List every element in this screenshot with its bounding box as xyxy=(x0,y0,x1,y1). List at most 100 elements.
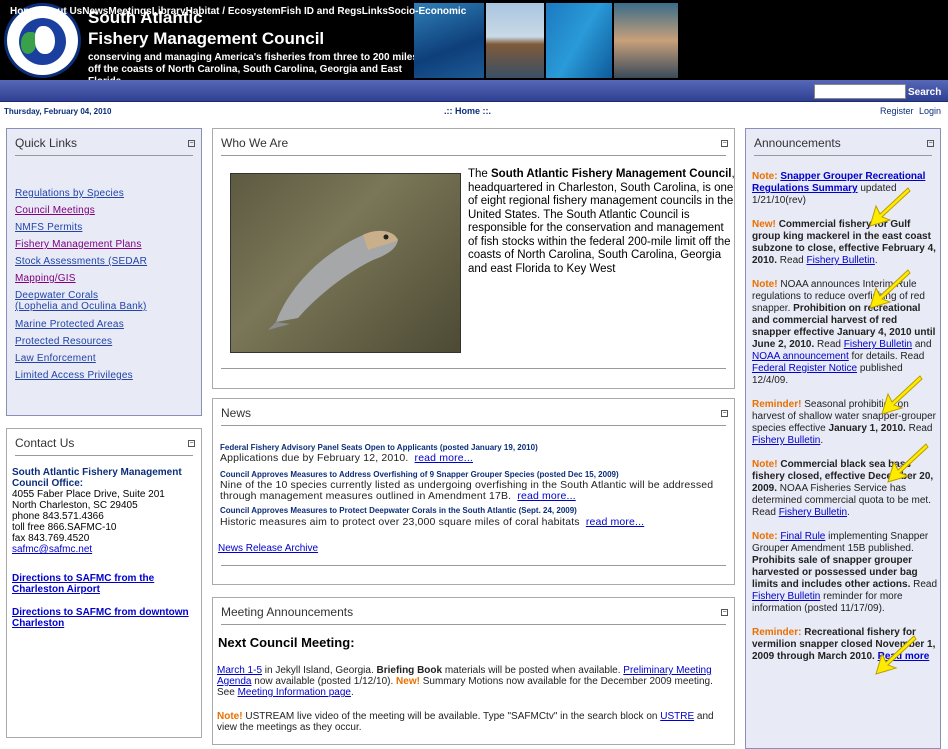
meeting-text: in Jekyll Island, Georgia. xyxy=(262,665,377,676)
federal-register-link[interactable]: Federal Register Notice xyxy=(752,363,857,374)
next-meeting-text: Next Council Meeting xyxy=(218,635,351,650)
header-photo-anglers xyxy=(614,3,678,78)
meeting-title: Meeting Announcements xyxy=(221,605,354,619)
fishery-bulletin-link[interactable]: Fishery Bulletin xyxy=(807,255,875,266)
link-nmfs-permits[interactable]: NMFS Permits xyxy=(15,219,147,236)
breadcrumb-home[interactable]: .:: Home ::. xyxy=(444,106,491,116)
note-badge: Note! xyxy=(217,711,243,722)
who-text-bold: South Atlantic Fishery Management Counci… xyxy=(491,168,732,180)
fishery-bulletin-link[interactable]: Fishery Bulletin xyxy=(752,591,820,602)
tilefish-image xyxy=(268,230,398,330)
meeting-details: March 1-5 in Jekyll Island, Georgia. Bri… xyxy=(217,665,713,698)
fishery-bulletin-link[interactable]: Fishery Bulletin xyxy=(844,339,912,350)
news-headline[interactable]: Council Approves Measures to Address Ove… xyxy=(220,470,619,479)
nav-library[interactable]: Library xyxy=(152,6,186,17)
fishery-bulletin-link[interactable]: Fishery Bulletin xyxy=(752,435,820,446)
news-archive-link[interactable]: News Release Archive xyxy=(218,543,318,554)
next-meeting-heading: Next Council Meeting: xyxy=(218,635,355,650)
read-more-link[interactable]: read more... xyxy=(586,516,644,528)
final-rule-link[interactable]: Final Rule xyxy=(780,531,825,542)
link-law-enforcement[interactable]: Law Enforcement xyxy=(15,350,147,367)
link-deepwater-corals[interactable]: Deepwater Corals xyxy=(15,290,147,301)
news-title: News xyxy=(221,406,252,420)
meeting-date-link[interactable]: March 1-5 xyxy=(217,665,262,676)
arrow-icon xyxy=(881,375,923,415)
contact-title: Contact Us xyxy=(15,436,75,450)
phone: phone 843.571.4366 xyxy=(12,511,104,522)
login-link[interactable]: Login xyxy=(919,106,941,116)
minimize-icon[interactable]: − xyxy=(721,609,728,616)
nav-news[interactable]: News xyxy=(82,6,108,17)
minimize-icon[interactable]: − xyxy=(721,410,728,417)
nav-home[interactable]: Home xyxy=(10,6,38,17)
ustream-text: USTREAM live video of the meeting will b… xyxy=(242,711,661,722)
office-heading: South Atlantic Fishery Management Counci… xyxy=(12,467,182,489)
divider xyxy=(221,624,726,625)
search-button[interactable]: Search xyxy=(908,87,941,98)
contact-panel: Contact Us − South Atlantic Fishery Mana… xyxy=(6,428,202,738)
link-regulations-by-species[interactable]: Regulations by Species xyxy=(15,185,147,202)
link-marine-protected-areas[interactable]: Marine Protected Areas xyxy=(15,316,147,333)
nav-meetings[interactable]: Meetings xyxy=(108,6,151,17)
site-title-line2: Fishery Management Council xyxy=(88,29,325,48)
nav-about-us[interactable]: About Us xyxy=(38,6,82,17)
news-body-text: Historic measures aim to protect over 23… xyxy=(220,516,580,528)
arrow-icon xyxy=(869,187,911,227)
nav-links[interactable]: Links xyxy=(362,6,388,17)
news-headline[interactable]: Council Approves Measures to Protect Dee… xyxy=(220,506,577,515)
meeting-info-link[interactable]: Meeting Information page xyxy=(238,687,351,698)
nav-socio-economic[interactable]: Socio-Economic xyxy=(388,6,466,17)
meeting-text: now available (posted 1/12/10). xyxy=(251,676,397,687)
news-body: Historic measures aim to protect over 23… xyxy=(220,516,644,528)
news-body: Applications due by February 12, 2010. r… xyxy=(220,452,473,464)
minimize-icon[interactable]: − xyxy=(927,140,934,147)
nav-habitat[interactable]: Habitat / Ecosystem xyxy=(186,6,281,17)
link-mapping-gis[interactable]: Mapping/GIS xyxy=(15,270,147,287)
link-fishery-management-plans[interactable]: Fishery Management Plans xyxy=(15,236,147,253)
new-badge: New! xyxy=(396,676,420,687)
news-headline[interactable]: Federal Fishery Advisory Panel Seats Ope… xyxy=(220,443,538,452)
noaa-announcement-link[interactable]: NOAA announcement xyxy=(752,351,849,362)
link-deepwater-corals-sub[interactable]: (Lophelia and Oculina Bank) xyxy=(15,301,147,312)
arrow-icon xyxy=(875,635,917,675)
briefing-book: Briefing Book xyxy=(376,665,443,676)
main-nav: HomeAbout UsNewsMeetingsLibraryHabitat /… xyxy=(10,6,466,17)
announcements-list: Note: Snapper Grouper Recreational Regul… xyxy=(752,171,938,675)
fishery-bulletin-link[interactable]: Fishery Bulletin xyxy=(779,507,847,518)
fax: fax 843.769.4520 xyxy=(12,533,90,544)
address-line1: 4055 Faber Place Drive, Suite 201 xyxy=(12,489,165,500)
link-limited-access-privileges[interactable]: Limited Access Privileges xyxy=(15,367,147,384)
ustream-link[interactable]: USTRE xyxy=(660,711,694,722)
who-text-pre: The xyxy=(468,168,492,180)
quick-links-list: Regulations by Species Council Meetings … xyxy=(15,185,147,384)
minimize-icon[interactable]: − xyxy=(721,140,728,147)
link-protected-resources[interactable]: Protected Resources xyxy=(15,333,147,350)
divider xyxy=(221,368,726,369)
read-more-link[interactable]: read more... xyxy=(517,490,575,502)
news-body: through management measures outlined in … xyxy=(220,490,576,502)
divider xyxy=(15,455,193,456)
email-link[interactable]: safmc@safmc.net xyxy=(12,544,92,555)
search-input[interactable] xyxy=(814,84,906,99)
link-council-meetings[interactable]: Council Meetings xyxy=(15,202,147,219)
quick-links-panel: Quick Links − Regulations by Species Cou… xyxy=(6,128,202,416)
minimize-icon[interactable]: − xyxy=(188,140,195,147)
nav-fish-id[interactable]: Fish ID and Regs xyxy=(281,6,362,17)
header-photo-reef-fish xyxy=(546,3,612,78)
current-date: Thursday, February 04, 2010 xyxy=(4,107,112,116)
toll-free: toll free 866.SAFMC-10 xyxy=(12,522,117,533)
divider xyxy=(15,155,193,156)
read-more-link[interactable]: read more... xyxy=(415,452,473,464)
quick-links-title: Quick Links xyxy=(15,136,78,150)
who-we-are-title: Who We Are xyxy=(221,136,289,150)
register-link[interactable]: Register xyxy=(880,106,914,116)
directions-airport-link[interactable]: Directions to SAFMC from the Charleston … xyxy=(12,573,197,595)
main-nav-bar xyxy=(0,80,948,102)
divider xyxy=(221,155,726,156)
arrow-icon xyxy=(887,443,929,483)
directions-downtown-link[interactable]: Directions to SAFMC from downtown Charle… xyxy=(12,607,197,629)
link-stock-assessments[interactable]: Stock Assessments (SEDAR xyxy=(15,253,147,270)
announcement-item: Note: Final Rule implementing Snapper Gr… xyxy=(752,531,938,614)
minimize-icon[interactable]: − xyxy=(188,440,195,447)
divider xyxy=(221,425,726,426)
